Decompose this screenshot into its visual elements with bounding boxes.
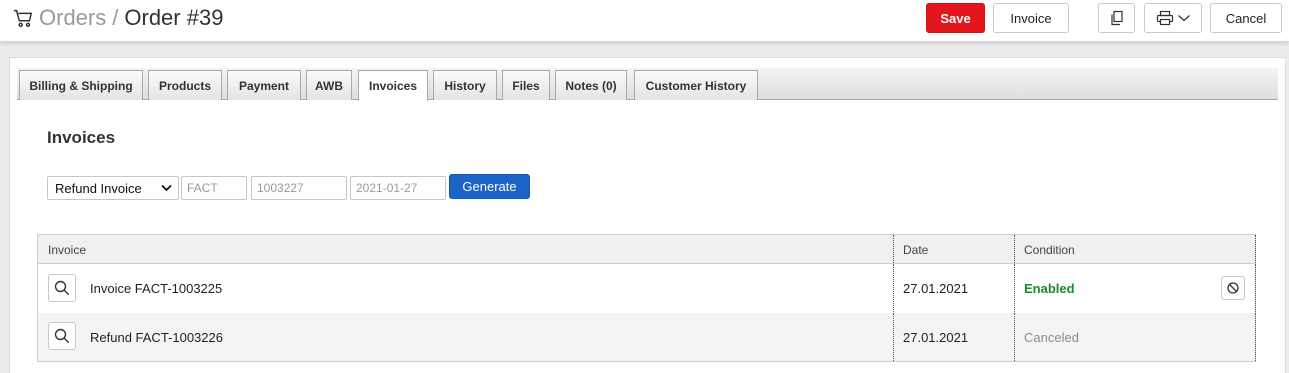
cancel-button[interactable]: Cancel <box>1210 3 1282 33</box>
invoice-type-selected: Refund Invoice <box>55 180 142 196</box>
tab-billing-shipping[interactable]: Billing & Shipping <box>19 70 143 100</box>
tab-awb[interactable]: AWB <box>306 70 352 100</box>
chevron-down-icon <box>1177 15 1190 22</box>
column-divider <box>1255 313 1256 361</box>
copy-button[interactable] <box>1098 3 1135 33</box>
column-divider <box>1014 235 1015 263</box>
invoice-name: Invoice FACT-1003225 <box>90 280 223 296</box>
cart-icon <box>13 9 33 28</box>
tab-customer-history[interactable]: Customer History <box>634 70 758 100</box>
printer-icon <box>1156 10 1173 26</box>
column-divider <box>1014 313 1015 361</box>
table-header: Invoice Date Condition <box>38 235 1256 264</box>
invoice-name: Refund FACT-1003226 <box>90 329 223 345</box>
number-input[interactable]: 1003227 <box>251 176 347 200</box>
save-button[interactable]: Save <box>926 3 985 33</box>
column-divider <box>893 264 894 312</box>
section-title: Invoices <box>47 128 116 147</box>
order-panel: Billing & Shipping Products Payment AWB … <box>9 57 1286 373</box>
invoice-button[interactable]: Invoice <box>993 3 1069 33</box>
status-badge: Enabled <box>1024 280 1075 296</box>
top-bar: Orders / Order #39 Save Invoice Cancel <box>0 0 1289 42</box>
column-divider <box>893 313 894 361</box>
breadcrumb-separator: / <box>112 5 119 30</box>
tab-notes[interactable]: Notes (0) <box>555 70 627 100</box>
column-divider <box>893 235 894 263</box>
date-input[interactable]: 2021-01-27 <box>350 176 446 200</box>
column-divider <box>1255 264 1256 312</box>
column-header-condition: Condition <box>1024 242 1075 257</box>
series-input[interactable]: FACT <box>181 176 247 200</box>
page-title: Orders / Order #39 <box>12 3 223 33</box>
search-icon <box>54 280 70 296</box>
column-header-date: Date <box>903 242 929 257</box>
invoices-table: Invoice Date Condition Invoice FACT-1003… <box>37 234 1256 362</box>
generate-button[interactable]: Generate <box>449 174 530 199</box>
column-header-invoice: Invoice <box>48 242 87 257</box>
search-icon <box>54 328 70 344</box>
view-invoice-button[interactable] <box>48 274 76 302</box>
tab-invoices[interactable]: Invoices <box>358 70 428 101</box>
tab-files[interactable]: Files <box>502 70 550 100</box>
column-divider <box>1255 235 1256 263</box>
ban-icon <box>1227 282 1239 294</box>
invoice-type-select[interactable]: Refund Invoice <box>47 176 179 200</box>
tab-payment[interactable]: Payment <box>227 70 301 100</box>
table-row: Invoice FACT-1003225 27.01.2021 Enabled <box>38 264 1256 312</box>
print-dropdown-button[interactable] <box>1144 3 1202 33</box>
column-divider <box>1014 264 1015 312</box>
breadcrumb-orders[interactable]: Orders <box>39 5 106 31</box>
invoice-date: 27.01.2021 <box>903 329 969 345</box>
invoice-date: 27.01.2021 <box>903 280 969 296</box>
table-row: Refund FACT-1003226 27.01.2021 Canceled <box>38 313 1256 361</box>
copy-icon <box>1110 10 1123 26</box>
tab-products[interactable]: Products <box>148 70 222 100</box>
tab-strip: Billing & Shipping Products Payment AWB … <box>17 68 1278 101</box>
tab-history[interactable]: History <box>433 70 497 100</box>
view-invoice-button[interactable] <box>48 322 76 350</box>
status-badge: Canceled <box>1024 329 1079 345</box>
chevron-down-icon <box>161 184 172 192</box>
breadcrumb-current: Order #39 <box>124 5 224 30</box>
cancel-invoice-button[interactable] <box>1221 276 1245 300</box>
